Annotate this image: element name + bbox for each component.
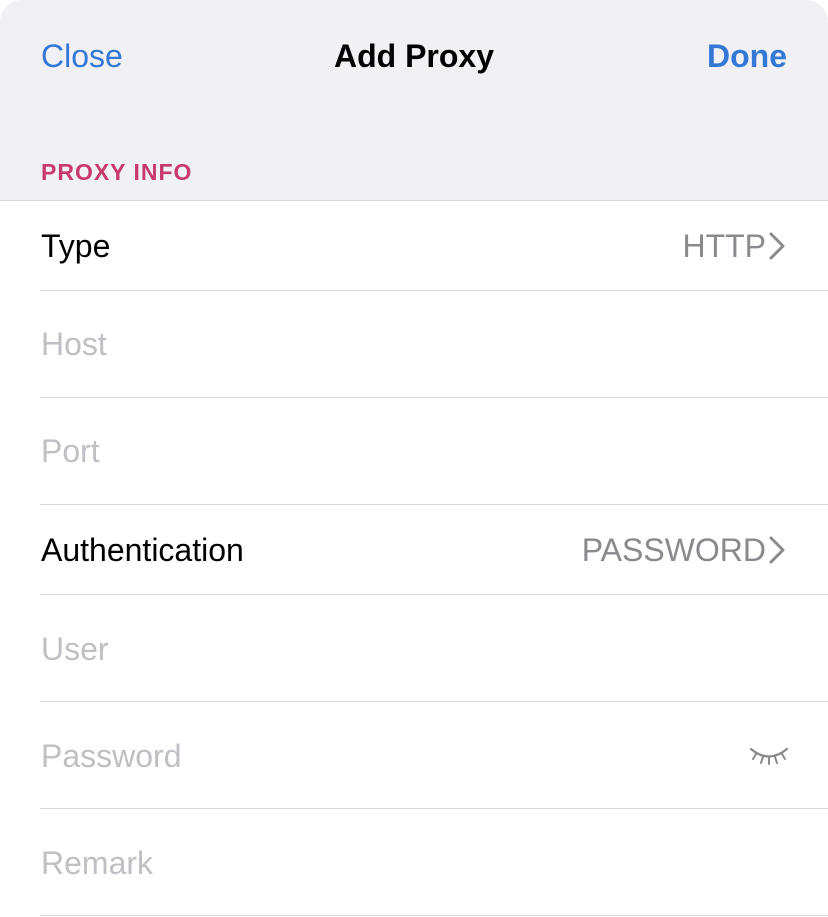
port-input[interactable] <box>41 431 741 471</box>
authentication-row[interactable]: Authentication PASSWORD <box>0 505 828 594</box>
port-row <box>0 398 828 504</box>
type-value: HTTP <box>682 228 766 264</box>
type-row[interactable]: Type HTTP <box>0 201 828 290</box>
remark-row <box>0 809 828 915</box>
section-header-proxy-info: PROXY INFO <box>41 159 193 185</box>
user-row <box>0 595 828 701</box>
password-row <box>0 702 828 808</box>
add-proxy-sheet: Close Add Proxy Done PROXY INFO Type HTT… <box>0 0 828 917</box>
password-input[interactable] <box>41 736 681 776</box>
chevron-right-icon <box>769 536 785 564</box>
done-button[interactable]: Done <box>707 36 787 76</box>
remark-input[interactable] <box>41 843 741 883</box>
host-row <box>0 291 828 397</box>
chevron-right-icon <box>769 232 785 260</box>
divider <box>40 915 828 916</box>
type-label: Type <box>41 228 111 264</box>
proxy-form: Type HTTP Authentication PASSWORD <box>0 200 828 917</box>
user-input[interactable] <box>41 629 741 669</box>
eye-closed-icon[interactable] <box>748 744 790 766</box>
authentication-value: PASSWORD <box>581 532 766 568</box>
authentication-label: Authentication <box>41 532 244 568</box>
host-input[interactable] <box>41 324 741 364</box>
page-title: Add Proxy <box>333 38 495 74</box>
navigation-bar: Close Add Proxy Done <box>0 0 828 112</box>
